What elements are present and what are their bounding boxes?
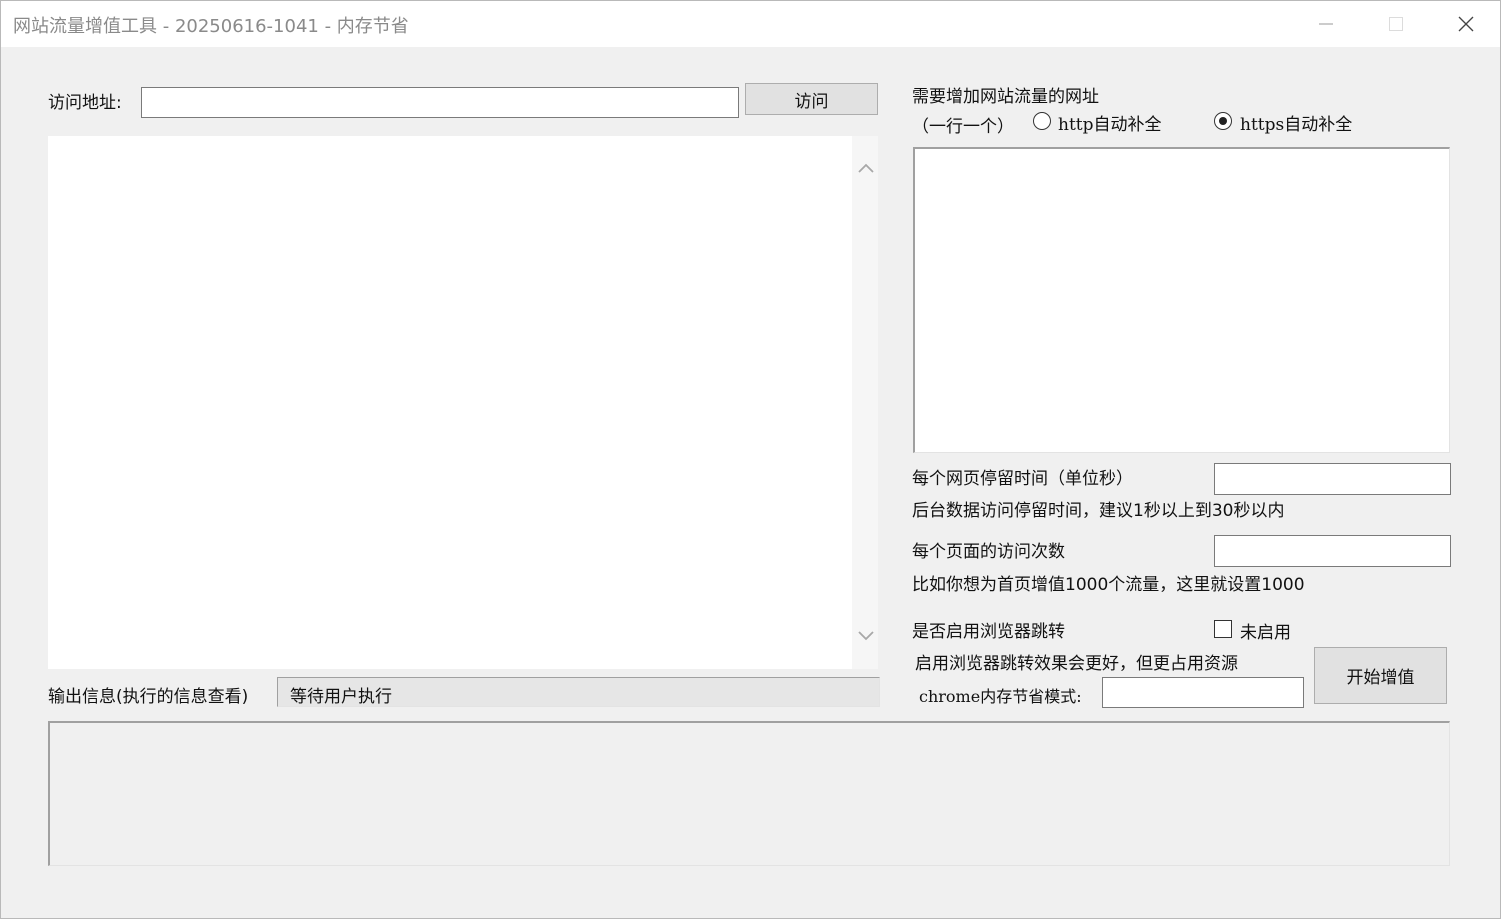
browser-view[interactable] [48, 136, 878, 669]
radio-http[interactable] [1033, 112, 1051, 130]
stay-time-hint: 后台数据访问停留时间，建议1秒以上到30秒以内 [912, 501, 1285, 521]
window-title: 网站流量增值工具 - 20250616-1041 - 内存节省 [13, 16, 409, 37]
app-window: 网站流量增值工具 - 20250616-1041 - 内存节省 访问地址: 访问… [0, 0, 1501, 919]
visit-count-hint: 比如你想为首页增值1000个流量，这里就设置1000 [912, 575, 1305, 595]
close-icon [1458, 16, 1474, 32]
redirect-label: 是否启用浏览器跳转 [912, 622, 1065, 642]
visit-count-input[interactable] [1214, 535, 1451, 567]
maximize-button[interactable] [1361, 1, 1431, 47]
minimize-button[interactable] [1291, 1, 1361, 47]
visit-count-label: 每个页面的访问次数 [912, 542, 1065, 562]
scroll-down-icon[interactable] [858, 630, 874, 642]
output-log[interactable] [48, 721, 1450, 866]
title-bar: 网站流量增值工具 - 20250616-1041 - 内存节省 [1, 1, 1500, 47]
stay-time-input[interactable] [1214, 463, 1451, 495]
redirect-hint: 启用浏览器跳转效果会更好，但更占用资源 [915, 654, 1238, 674]
address-label: 访问地址: [48, 93, 122, 113]
output-label: 输出信息(执行的信息查看) [48, 687, 249, 707]
urls-heading: 需要增加网站流量的网址 [912, 87, 1099, 107]
radio-https-label[interactable]: https自动补全 [1240, 110, 1352, 135]
minimize-icon [1319, 23, 1333, 25]
status-field: 等待用户执行 [277, 677, 880, 707]
visit-button[interactable]: 访问 [745, 83, 878, 115]
urls-subheading: （一行一个） [912, 117, 1014, 137]
radio-selected-dot [1218, 116, 1227, 125]
urls-textarea[interactable] [913, 147, 1450, 453]
radio-https[interactable] [1214, 112, 1232, 130]
address-input[interactable] [141, 87, 739, 118]
close-button[interactable] [1431, 1, 1501, 47]
redirect-checkbox[interactable] [1214, 620, 1232, 638]
browser-scrollbar[interactable] [852, 136, 878, 669]
radio-http-label[interactable]: http自动补全 [1058, 110, 1162, 135]
scroll-up-icon[interactable] [858, 162, 874, 174]
memory-mode-input[interactable] [1102, 677, 1304, 708]
stay-time-label: 每个网页停留时间（单位秒） [912, 469, 1133, 489]
redirect-checkbox-label[interactable]: 未启用 [1240, 618, 1291, 643]
memory-mode-label: chrome内存节省模式: [919, 687, 1082, 706]
start-button[interactable]: 开始增值 [1314, 647, 1447, 704]
maximize-icon [1389, 17, 1403, 31]
